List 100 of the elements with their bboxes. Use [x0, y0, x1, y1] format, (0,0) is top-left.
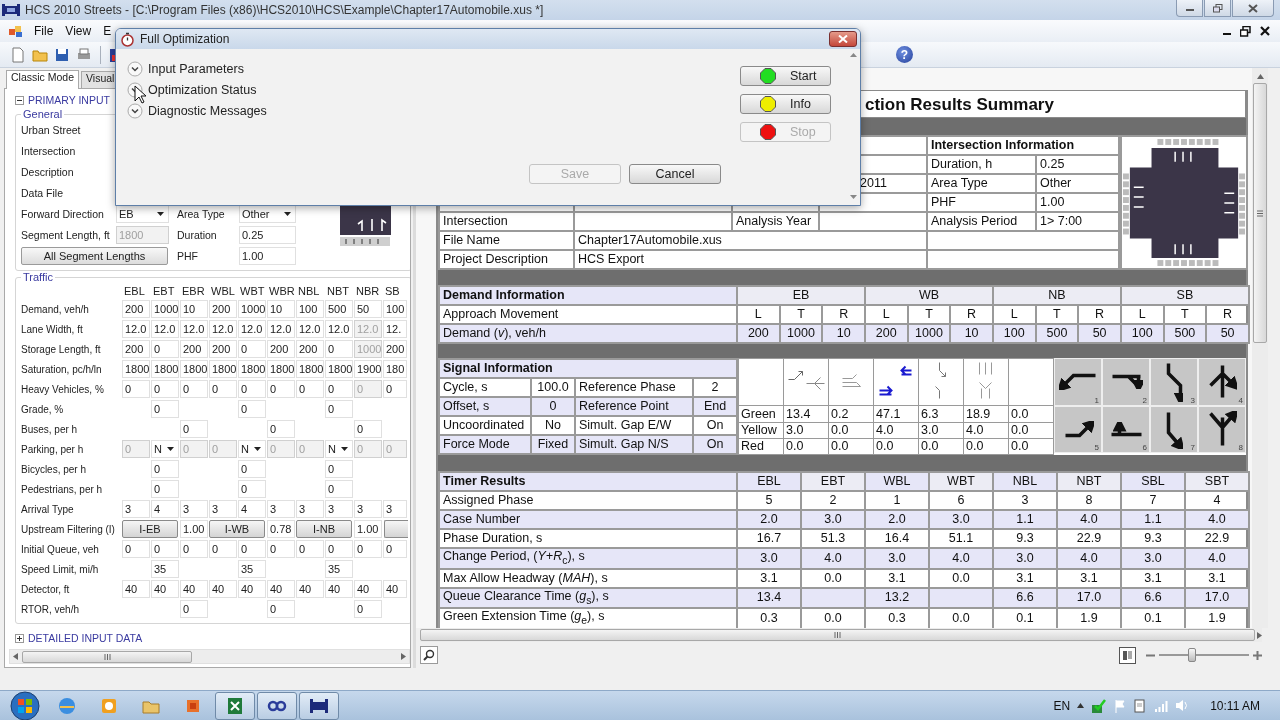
network-icon[interactable]: [1133, 698, 1148, 713]
input-field[interactable]: 1.00: [180, 520, 208, 538]
input-field[interactable]: 10: [180, 300, 208, 318]
input-field[interactable]: 0: [296, 380, 324, 398]
input-field[interactable]: 100: [383, 300, 407, 318]
zoom-slider-thumb[interactable]: [1188, 648, 1197, 662]
scroll-right-icon[interactable]: [401, 653, 406, 660]
input-field[interactable]: 0: [325, 380, 353, 398]
dropdown[interactable]: N: [238, 440, 266, 458]
input-field[interactable]: 4: [151, 500, 179, 518]
input-field[interactable]: 40: [209, 580, 237, 598]
taskbar-button[interactable]: [215, 691, 255, 720]
input-field[interactable]: 0: [383, 380, 407, 398]
taskbar-button[interactable]: [299, 691, 339, 720]
input-field[interactable]: 0: [122, 540, 150, 558]
input-field[interactable]: 0: [180, 380, 208, 398]
scrollbar-thumb[interactable]: [22, 650, 192, 663]
input-field[interactable]: 1800: [209, 360, 237, 378]
input-field[interactable]: 0: [151, 340, 179, 358]
expand-icon[interactable]: [15, 633, 24, 643]
input-field[interactable]: 200: [296, 340, 324, 358]
input-field[interactable]: 40: [267, 580, 295, 598]
menu-item[interactable]: View: [59, 24, 98, 38]
input-field[interactable]: 12.0: [151, 320, 179, 338]
input-field[interactable]: 12.0: [267, 320, 295, 338]
input-field[interactable]: 200: [383, 340, 407, 358]
input-field[interactable]: 1800: [180, 360, 208, 378]
zoom-in-icon[interactable]: [1253, 650, 1262, 660]
input-field[interactable]: 40: [122, 580, 150, 598]
input-field[interactable]: 10: [267, 300, 295, 318]
input-field[interactable]: 3: [180, 500, 208, 518]
expand-icon[interactable]: [127, 60, 143, 77]
tab[interactable]: Classic Mode: [6, 70, 80, 89]
expand-icon[interactable]: [127, 102, 143, 119]
input-field[interactable]: 12.0: [209, 320, 237, 338]
input-field[interactable]: 35: [151, 560, 179, 578]
input-field[interactable]: 3: [325, 500, 353, 518]
input-field[interactable]: 1800: [267, 360, 295, 378]
input-field[interactable]: 200: [209, 300, 237, 318]
input-field[interactable]: 0: [209, 380, 237, 398]
input-field[interactable]: 1000: [238, 300, 266, 318]
input-field[interactable]: 0.25: [239, 226, 296, 244]
input-field[interactable]: 12.0: [238, 320, 266, 338]
dialog-button[interactable]: Info: [740, 94, 831, 114]
input-field[interactable]: 0: [151, 400, 179, 418]
input-field[interactable]: 0: [296, 540, 324, 558]
input-field[interactable]: 0: [122, 380, 150, 398]
menu-item[interactable]: E: [97, 24, 118, 38]
input-field[interactable]: 40: [354, 580, 382, 598]
new-file-icon[interactable]: [10, 46, 26, 63]
input-field[interactable]: 0: [238, 380, 266, 398]
scrollbar-thumb[interactable]: [1253, 83, 1267, 343]
input-field[interactable]: 0: [325, 460, 353, 478]
input-field[interactable]: 0: [267, 420, 295, 438]
input-field[interactable]: 200: [122, 300, 150, 318]
input-field[interactable]: 12.0: [122, 320, 150, 338]
input-field[interactable]: 4: [238, 500, 266, 518]
input-field[interactable]: 50: [354, 300, 382, 318]
start-button[interactable]: [8, 690, 42, 720]
input-field[interactable]: 1000: [151, 300, 179, 318]
input-field[interactable]: 0.78: [267, 520, 295, 538]
input-field[interactable]: 1.00: [239, 247, 296, 265]
input-field[interactable]: 0: [267, 600, 295, 618]
scroll-down-icon[interactable]: [849, 195, 857, 199]
input-field[interactable]: 0: [383, 540, 407, 558]
input-field[interactable]: 3: [354, 500, 382, 518]
input-field[interactable]: 0: [354, 540, 382, 558]
input-field[interactable]: 0: [151, 460, 179, 478]
input-field[interactable]: 1.00: [354, 520, 382, 538]
clock[interactable]: 10:11 AM: [1210, 698, 1260, 713]
input-field[interactable]: 3: [122, 500, 150, 518]
input-field[interactable]: 0: [267, 380, 295, 398]
input-field[interactable]: 200: [267, 340, 295, 358]
input-field[interactable]: 1800: [238, 360, 266, 378]
tray-arrow-icon[interactable]: [1077, 703, 1085, 708]
input-field[interactable]: 35: [238, 560, 266, 578]
input-field[interactable]: 0: [354, 420, 382, 438]
input-field[interactable]: 0: [180, 540, 208, 558]
input-field[interactable]: 1800: [296, 360, 324, 378]
section-title[interactable]: Input Parameters: [148, 61, 244, 76]
minimize-button[interactable]: [1176, 0, 1203, 17]
input-field[interactable]: 12.0: [180, 320, 208, 338]
restore-icon[interactable]: [1240, 25, 1251, 37]
input-field[interactable]: 0: [325, 400, 353, 418]
input-field[interactable]: 3: [383, 500, 407, 518]
input-field[interactable]: 12.0: [296, 320, 324, 338]
input-field[interactable]: 0: [180, 600, 208, 618]
save-icon[interactable]: [54, 46, 70, 63]
input-field[interactable]: 40: [151, 580, 179, 598]
help-button[interactable]: ?: [896, 46, 913, 63]
input-field[interactable]: 0: [238, 540, 266, 558]
input-field[interactable]: 0: [238, 480, 266, 498]
section-title[interactable]: Optimization Status: [148, 82, 257, 97]
language-indicator[interactable]: EN: [1053, 698, 1071, 713]
input-field[interactable]: 1800: [325, 360, 353, 378]
dialog-button[interactable]: Cancel: [629, 164, 721, 184]
filter-button[interactable]: I-NB: [296, 520, 352, 538]
input-field[interactable]: 35: [325, 560, 353, 578]
input-field[interactable]: 0: [180, 420, 208, 438]
input-field[interactable]: 180: [383, 360, 407, 378]
